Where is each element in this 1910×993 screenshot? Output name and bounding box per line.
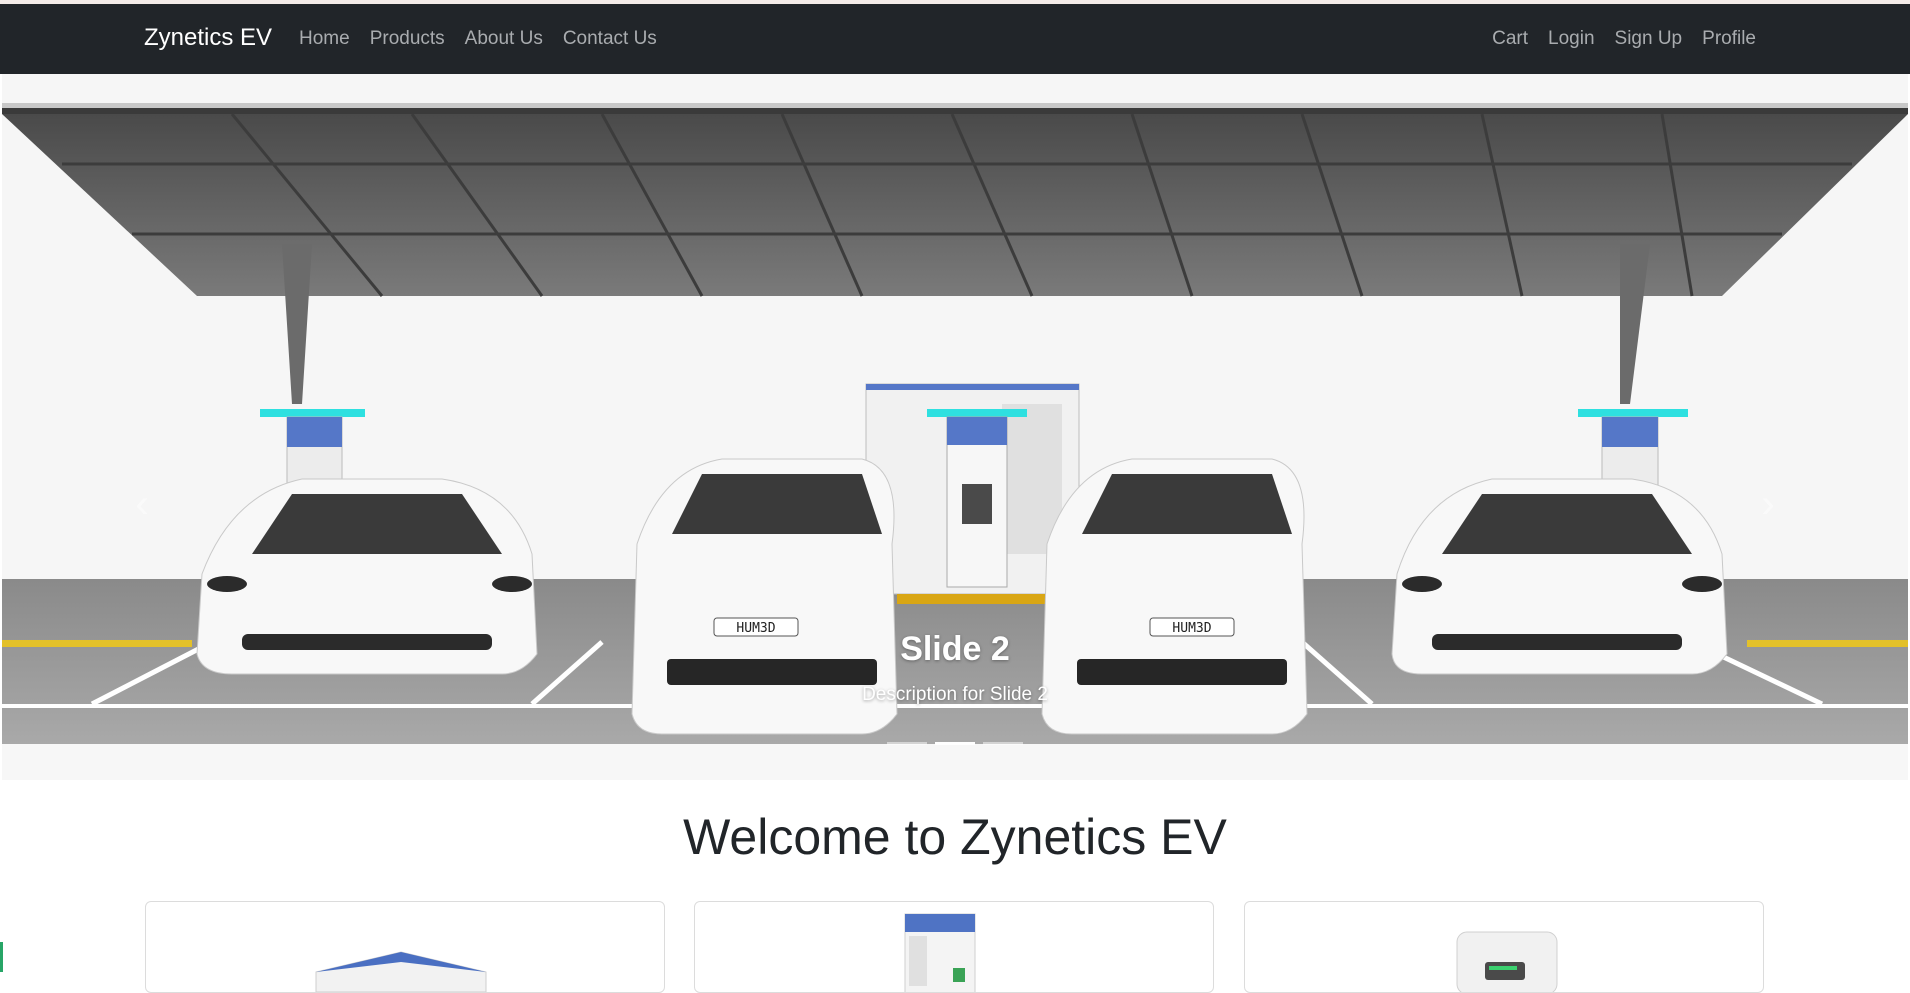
- carousel-prev-button[interactable]: ‹: [122, 474, 162, 534]
- nav-about-link[interactable]: About Us: [465, 28, 543, 50]
- slide-title: Slide 2: [900, 630, 1010, 668]
- product-image-1: [315, 951, 487, 992]
- carousel-next-button[interactable]: ›: [1748, 474, 1788, 534]
- slide-image: HUM3D HUM3D: [2, 74, 1908, 780]
- carousel-indicator-3[interactable]: [983, 742, 1023, 745]
- product-card-1[interactable]: [145, 901, 665, 993]
- carousel-indicator-1[interactable]: [887, 742, 927, 745]
- welcome-heading: Welcome to Zynetics EV: [683, 809, 1227, 865]
- product-image-3: [1456, 931, 1558, 992]
- nav-profile-link[interactable]: Profile: [1702, 28, 1756, 50]
- nav-cart-link[interactable]: Cart: [1492, 28, 1528, 50]
- slide-description: Description for Slide 2: [862, 684, 1048, 705]
- nav-login-link[interactable]: Login: [1548, 28, 1595, 50]
- left-edge-marker: [0, 942, 3, 972]
- hero-carousel: HUM3D HUM3D ‹ › Slide 2 Description for …: [2, 74, 1908, 780]
- product-card-2[interactable]: [694, 901, 1214, 993]
- nav-contact-link[interactable]: Contact Us: [563, 28, 657, 50]
- carousel-indicators: [2, 742, 1908, 745]
- nav-products-link[interactable]: Products: [370, 28, 445, 50]
- navbar: Zynetics EV Home Products About Us Conta…: [0, 4, 1910, 74]
- nav-user-links: Cart Login Sign Up Profile: [1492, 28, 1756, 50]
- carousel-indicator-2[interactable]: [935, 742, 975, 745]
- product-image-2: [904, 913, 976, 992]
- product-card-3[interactable]: [1244, 901, 1764, 993]
- brand-logo[interactable]: Zynetics EV: [144, 24, 272, 52]
- nav-home-link[interactable]: Home: [299, 28, 350, 50]
- nav-main-links: Home Products About Us Contact Us: [299, 28, 657, 50]
- nav-signup-link[interactable]: Sign Up: [1615, 28, 1683, 50]
